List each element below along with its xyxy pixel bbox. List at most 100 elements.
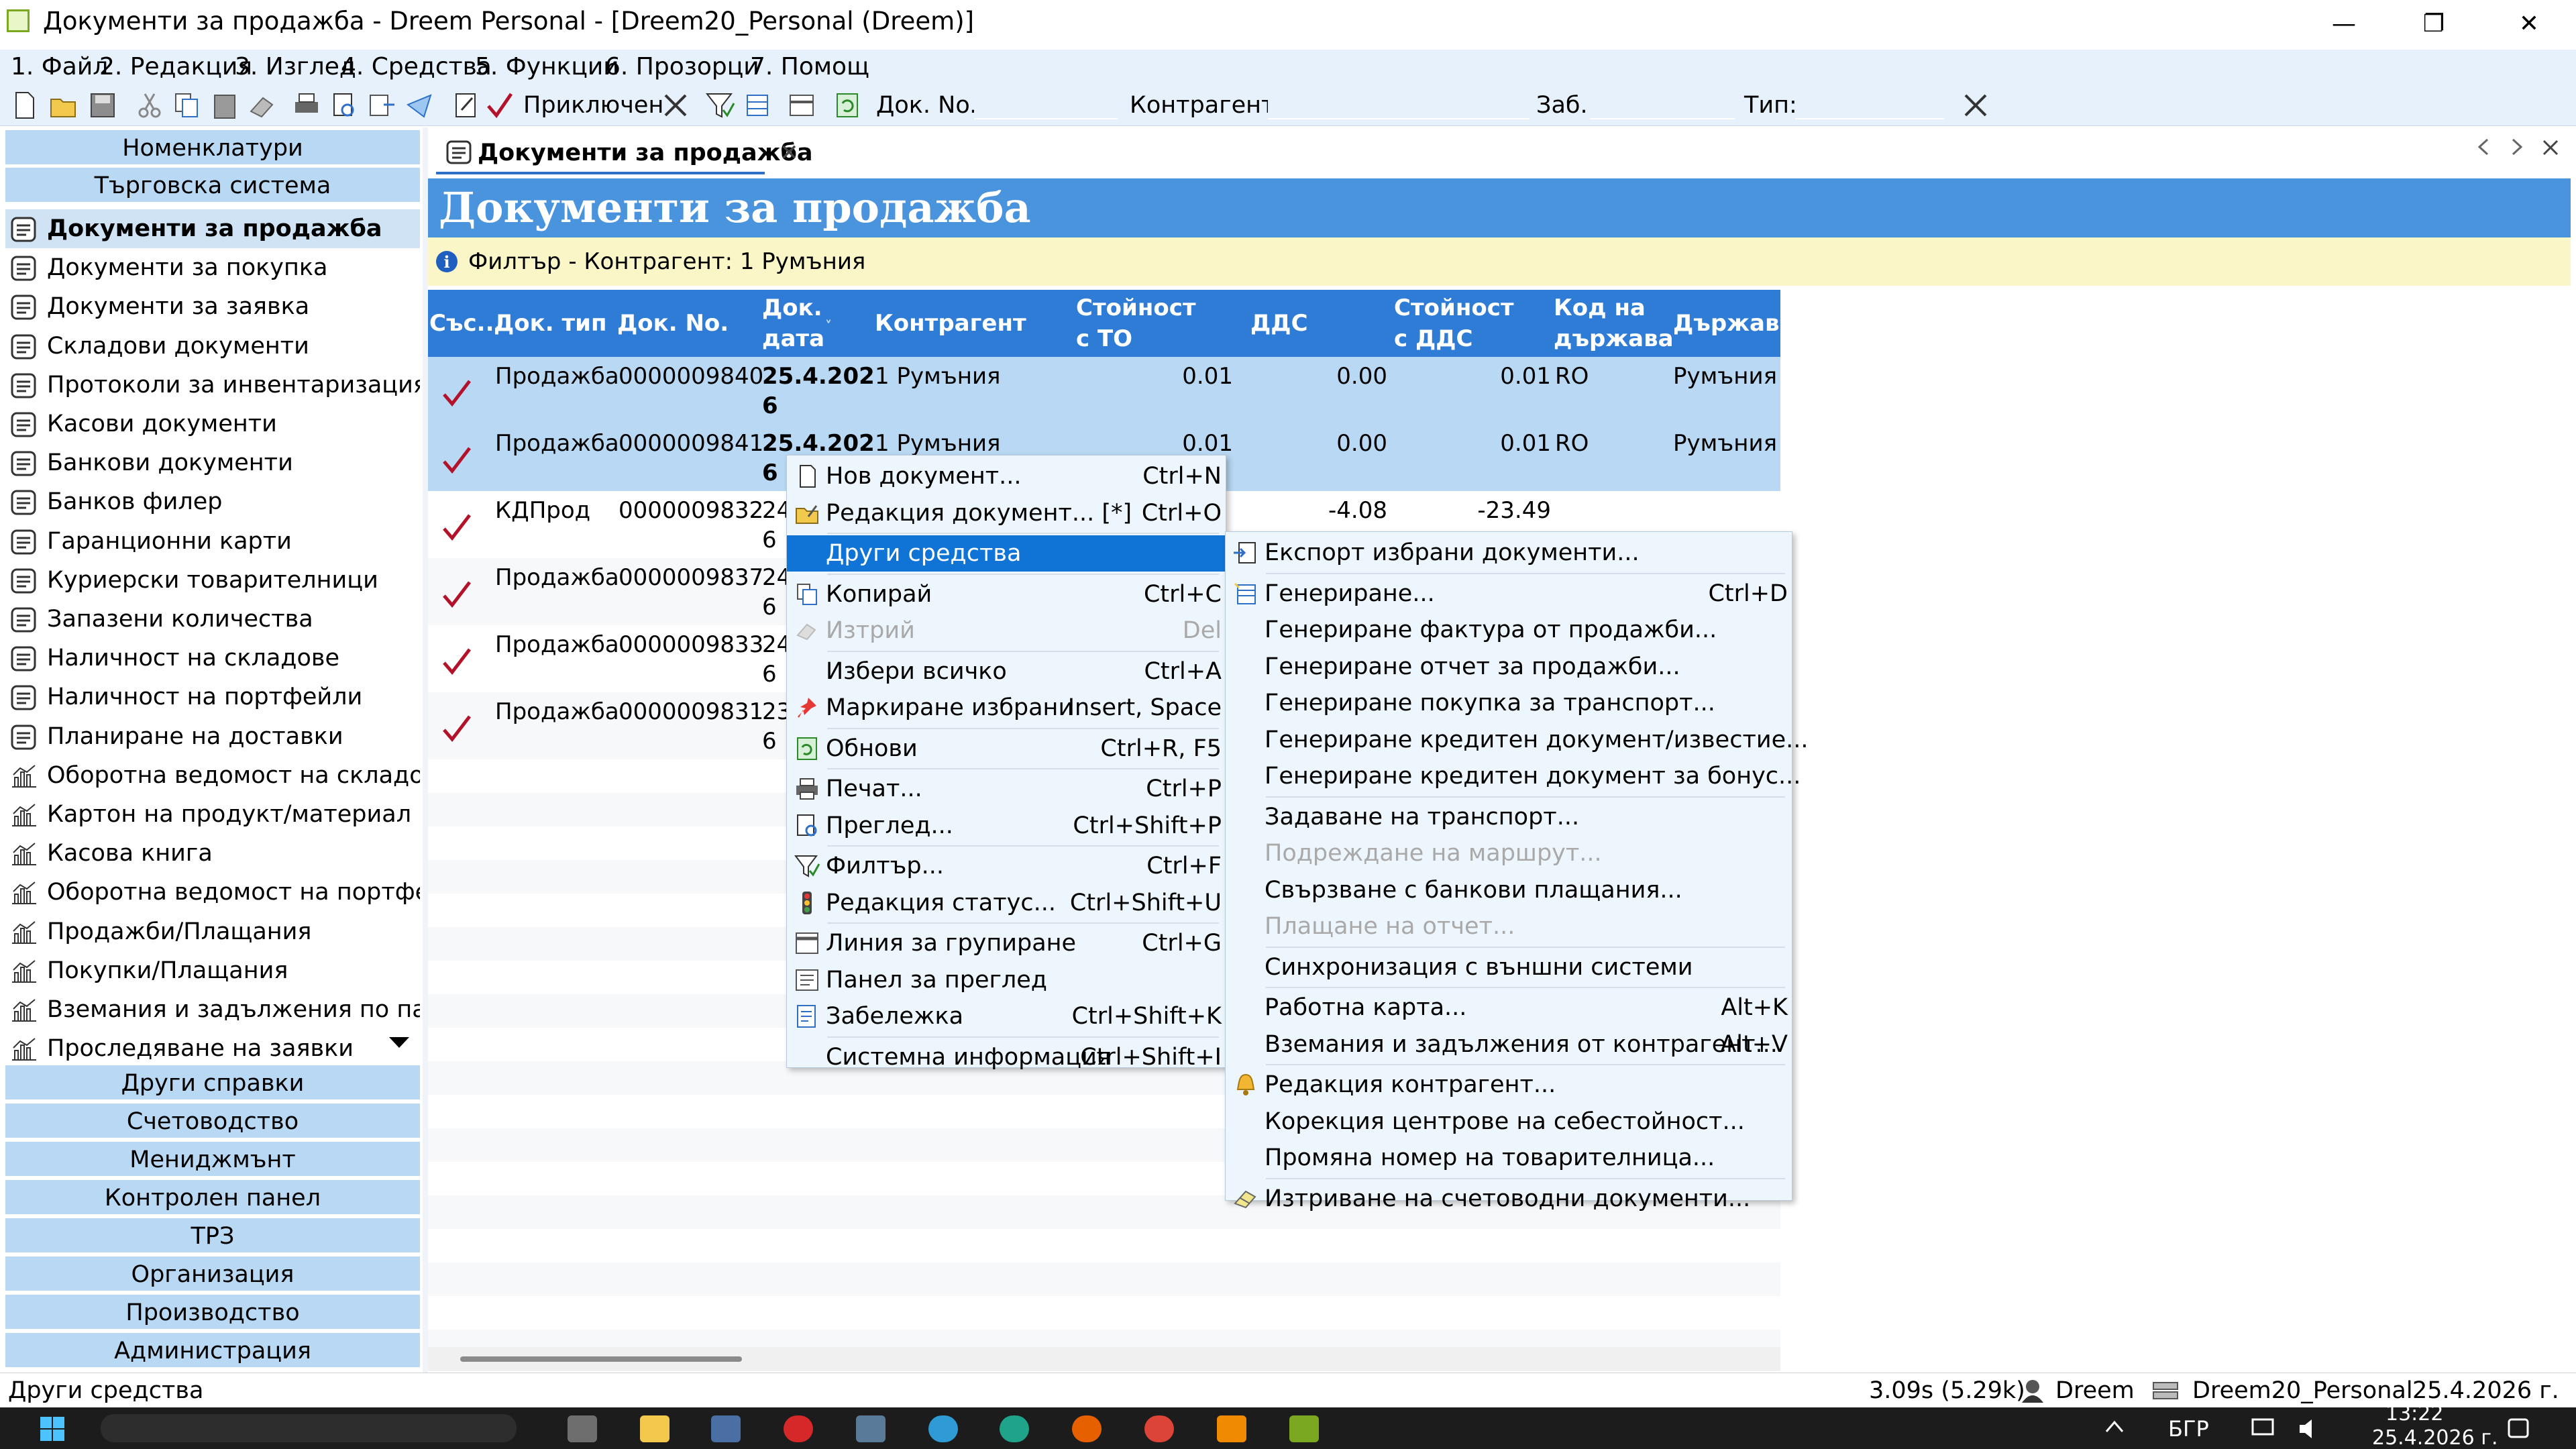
app-icon-5[interactable] (856, 1415, 885, 1442)
firefox-icon[interactable] (1072, 1415, 1102, 1442)
sidebar-item[interactable]: Протоколи за инвентаризация (5, 366, 420, 405)
menu-item[interactable]: Маркиране избрани Insert, Space (787, 690, 1226, 726)
chevron-down-icon[interactable] (388, 1036, 411, 1049)
col-doc-no[interactable]: Док. No. (617, 290, 758, 357)
horizontal-scrollbar[interactable] (428, 1347, 1780, 1371)
col-doc-type[interactable]: Док. тип (494, 290, 614, 357)
menu-item[interactable]: Корекция центрове на себестойност... (1226, 1104, 1792, 1140)
menu-windows[interactable]: 6. Прозорци (605, 50, 759, 85)
menu-file[interactable]: 1. Файл (11, 50, 108, 85)
check-icon[interactable] (484, 90, 515, 121)
menu-functions[interactable]: 5. Функции (475, 50, 619, 85)
maximize-button[interactable]: ❐ (2390, 0, 2478, 47)
clear-status-icon[interactable] (660, 90, 691, 121)
chrome-icon[interactable] (1144, 1415, 1174, 1442)
menu-tools[interactable]: 4. Средства (341, 50, 492, 85)
language-indicator[interactable]: БГР (2168, 1415, 2209, 1442)
partner-input[interactable] (1268, 91, 1529, 119)
sidebar-item[interactable]: Складови документи (5, 327, 420, 366)
col-status[interactable]: Със... (429, 290, 502, 357)
menu-item[interactable]: Системна информация Ctrl+Shift+I (787, 1039, 1226, 1075)
sidebar-item[interactable]: Запазени количества (5, 600, 420, 639)
menu-help[interactable]: 7. Помощ (750, 50, 869, 85)
copy-icon[interactable] (172, 90, 203, 121)
menu-item[interactable]: Редакция статус... Ctrl+Shift+U (787, 885, 1226, 921)
menu-item[interactable]: Печат... Ctrl+P (787, 771, 1226, 807)
sidebar-item[interactable]: Банков филер (5, 482, 420, 521)
menu-item[interactable]: Подреждане на маршрут... (1226, 835, 1792, 871)
cut-icon[interactable] (134, 90, 165, 121)
sidebar-group-organization[interactable]: Организация (5, 1256, 420, 1293)
close-all-tabs-icon[interactable] (2541, 138, 2560, 157)
table-row[interactable]: Продажба 0000009840 25.4.202 1 Румъния 0.01 0… (428, 357, 1780, 424)
sidebar-group-production[interactable]: Производство (5, 1295, 420, 1331)
dreem-app-icon[interactable] (1289, 1415, 1319, 1442)
sidebar-group-other-reports[interactable]: Други справки (5, 1065, 420, 1102)
clock-time[interactable]: 13:22 (2385, 1402, 2443, 1426)
menu-item[interactable]: Панел за преглед (787, 962, 1226, 998)
calculator-icon[interactable] (711, 1415, 741, 1442)
sidebar-item[interactable]: Продажби/Плащания (5, 912, 420, 951)
notifications-icon[interactable] (2506, 1417, 2530, 1441)
sidebar-item[interactable]: Касови документи (5, 405, 420, 443)
network-app-icon[interactable] (928, 1415, 958, 1442)
sidebar-item[interactable]: Документи за продажба (5, 209, 420, 248)
status-filter-label[interactable]: Приключен (523, 90, 663, 121)
menu-item[interactable]: Други средства (787, 535, 1226, 572)
filter-icon[interactable] (704, 90, 735, 121)
volume-icon[interactable] (2297, 1417, 2324, 1441)
menu-edit[interactable]: 2. Редакция (99, 50, 252, 85)
new-icon[interactable] (9, 90, 40, 121)
sidebar-group-control-panel[interactable]: Контролен панел (5, 1180, 420, 1216)
grid-icon[interactable] (786, 90, 817, 121)
menu-item[interactable]: Плащане на отчет... (1226, 908, 1792, 945)
menu-item[interactable]: Редакция контрагент... (1226, 1067, 1792, 1103)
col-partner[interactable]: Контрагент (875, 290, 1026, 357)
menu-item[interactable]: Филтър... Ctrl+F (787, 848, 1226, 884)
menu-item[interactable]: Вземания и задължения от контрагент... Al… (1226, 1026, 1792, 1063)
sidebar-item[interactable]: Вземания и задължения по пад... (5, 990, 420, 1029)
sidebar-item[interactable]: Оборотна ведомост на складове (5, 756, 420, 795)
menu-item[interactable]: Генериране фактура от продажби... (1226, 612, 1792, 648)
sidebar-group-nomenclatures[interactable]: Номенклатури (5, 130, 420, 166)
menu-item[interactable]: Работна карта... Alt+K (1226, 989, 1792, 1026)
sidebar-group-management[interactable]: Мениджмънт (5, 1142, 420, 1178)
tab-scroll-left-icon[interactable] (2475, 137, 2491, 157)
clock-date[interactable]: 25.4.2026 г. (2372, 1426, 2498, 1449)
scrollbar-thumb[interactable] (460, 1356, 742, 1362)
sidebar-splitter[interactable] (423, 127, 428, 1373)
sidebar-group-payroll[interactable]: ТРЗ (5, 1218, 420, 1254)
menu-item[interactable]: Копирай Ctrl+C (787, 576, 1226, 612)
sidebar-item[interactable]: Гаранционни карти (5, 522, 420, 561)
network-icon[interactable] (2250, 1417, 2277, 1441)
col-vat[interactable]: ДДС (1250, 290, 1331, 357)
menu-item[interactable]: Задаване на транспорт... (1226, 799, 1792, 835)
menu-item[interactable]: Генериране кредитен документ за бонус... (1226, 758, 1801, 794)
eraser-icon[interactable] (247, 90, 278, 121)
type-input[interactable] (1795, 91, 1944, 119)
preview-icon[interactable] (329, 90, 360, 121)
menu-item[interactable]: Генериране отчет за продажби... (1226, 649, 1792, 685)
sidebar-item[interactable]: Планиране на доставки (5, 717, 420, 756)
menu-item[interactable]: Промяна номер на товарителница... (1226, 1140, 1792, 1176)
send-icon[interactable] (404, 90, 435, 121)
col-value-vat[interactable]: Стойност с ДДС (1394, 290, 1528, 357)
col-country-code[interactable]: Код на държава (1554, 290, 1674, 357)
sidebar-item[interactable]: Проследяване на заявки (5, 1029, 420, 1068)
columns-icon[interactable] (742, 90, 773, 121)
minimize-button[interactable]: — (2300, 0, 2388, 47)
windows-start-icon[interactable] (39, 1415, 66, 1442)
sidebar-item[interactable]: Банкови документи (5, 443, 420, 482)
menu-item[interactable]: Генериране... Ctrl+D (1226, 576, 1792, 612)
open-icon[interactable] (48, 90, 79, 121)
edge-icon[interactable] (1000, 1415, 1029, 1442)
menu-item[interactable]: Редакция документ... [*] Ctrl+O (787, 495, 1226, 531)
sidebar-item[interactable]: Документи за заявка (5, 287, 420, 326)
sidebar-item[interactable]: Наличност на складове (5, 639, 420, 678)
menu-item[interactable]: Нов документ... Ctrl+N (787, 458, 1226, 494)
tray-chevron-up-icon[interactable] (2104, 1418, 2125, 1436)
media-icon[interactable] (784, 1415, 813, 1442)
sidebar-item[interactable]: Картон на продукт/материал (5, 795, 420, 834)
menu-item[interactable]: Забележка Ctrl+Shift+K (787, 998, 1226, 1034)
export-icon[interactable] (366, 90, 397, 121)
